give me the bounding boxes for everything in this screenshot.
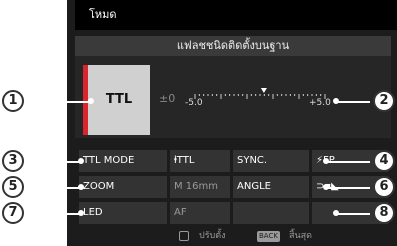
callout-8: 8 [373, 202, 395, 224]
menu-ok-icon [179, 231, 189, 241]
flash-mode-button[interactable]: TTL [88, 65, 150, 135]
scale-pointer [260, 88, 267, 93]
callout-2-dot [333, 98, 339, 104]
ttl-mode-label[interactable]: TTL MODE [79, 150, 167, 172]
footer-bar: ปรับตั้ง BACK สิ้นสุด [75, 226, 391, 246]
callout-5: 5 [2, 176, 24, 198]
mode-label: โหมด [75, 0, 397, 30]
callout-3: 3 [2, 150, 24, 172]
callout-8-dot [333, 210, 339, 216]
zoom-label[interactable]: ZOOM [79, 176, 167, 198]
callout-1-dot [88, 98, 94, 104]
callout-6: 6 [373, 176, 395, 198]
callout-6-dot [323, 184, 329, 190]
camera-screen: โหมด แฟลชชนิดติดตั้งบนฐาน TTL ±0 -5.0 +5… [67, 0, 397, 246]
zoom-value[interactable]: M 16mm [170, 176, 230, 198]
scale-min-label: -5.0 [185, 98, 203, 108]
end-label: สิ้นสุด [289, 231, 312, 241]
callout-7-dot [78, 210, 84, 216]
callout-2: 2 [373, 90, 395, 112]
sync-label[interactable]: SYNC. [233, 150, 309, 172]
scale-max-label: +5.0 [309, 98, 331, 108]
callout-4: 4 [373, 150, 395, 172]
callout-5-leader [22, 187, 82, 189]
callout-1: 1 [2, 90, 24, 112]
led-label[interactable]: LED [79, 202, 167, 224]
callout-2-leader [336, 101, 370, 103]
panel-title: แฟลชชนิดติดตั้งบนฐาน [75, 36, 391, 56]
callout-4-dot [323, 158, 329, 164]
callout-3-leader [22, 161, 82, 163]
scale-ticks [194, 94, 326, 99]
callout-5-dot [78, 184, 84, 190]
compensation-value: ±0 [159, 92, 176, 105]
callout-7: 7 [2, 202, 24, 224]
led-value[interactable]: AF [170, 202, 230, 224]
callout-4-leader [326, 161, 370, 163]
callout-3-dot [78, 158, 84, 164]
ttl-mode-value[interactable]: ⱡTTL [170, 150, 230, 172]
callout-8-leader [336, 213, 370, 215]
callout-7-leader [22, 213, 82, 215]
callout-1-leader [22, 101, 92, 103]
empty-setting-label[interactable] [233, 202, 309, 224]
adjust-label: ปรับตั้ง [199, 231, 226, 241]
angle-label[interactable]: ANGLE [233, 176, 309, 198]
callout-6-leader [326, 187, 370, 189]
back-key-icon: BACK [257, 231, 280, 242]
